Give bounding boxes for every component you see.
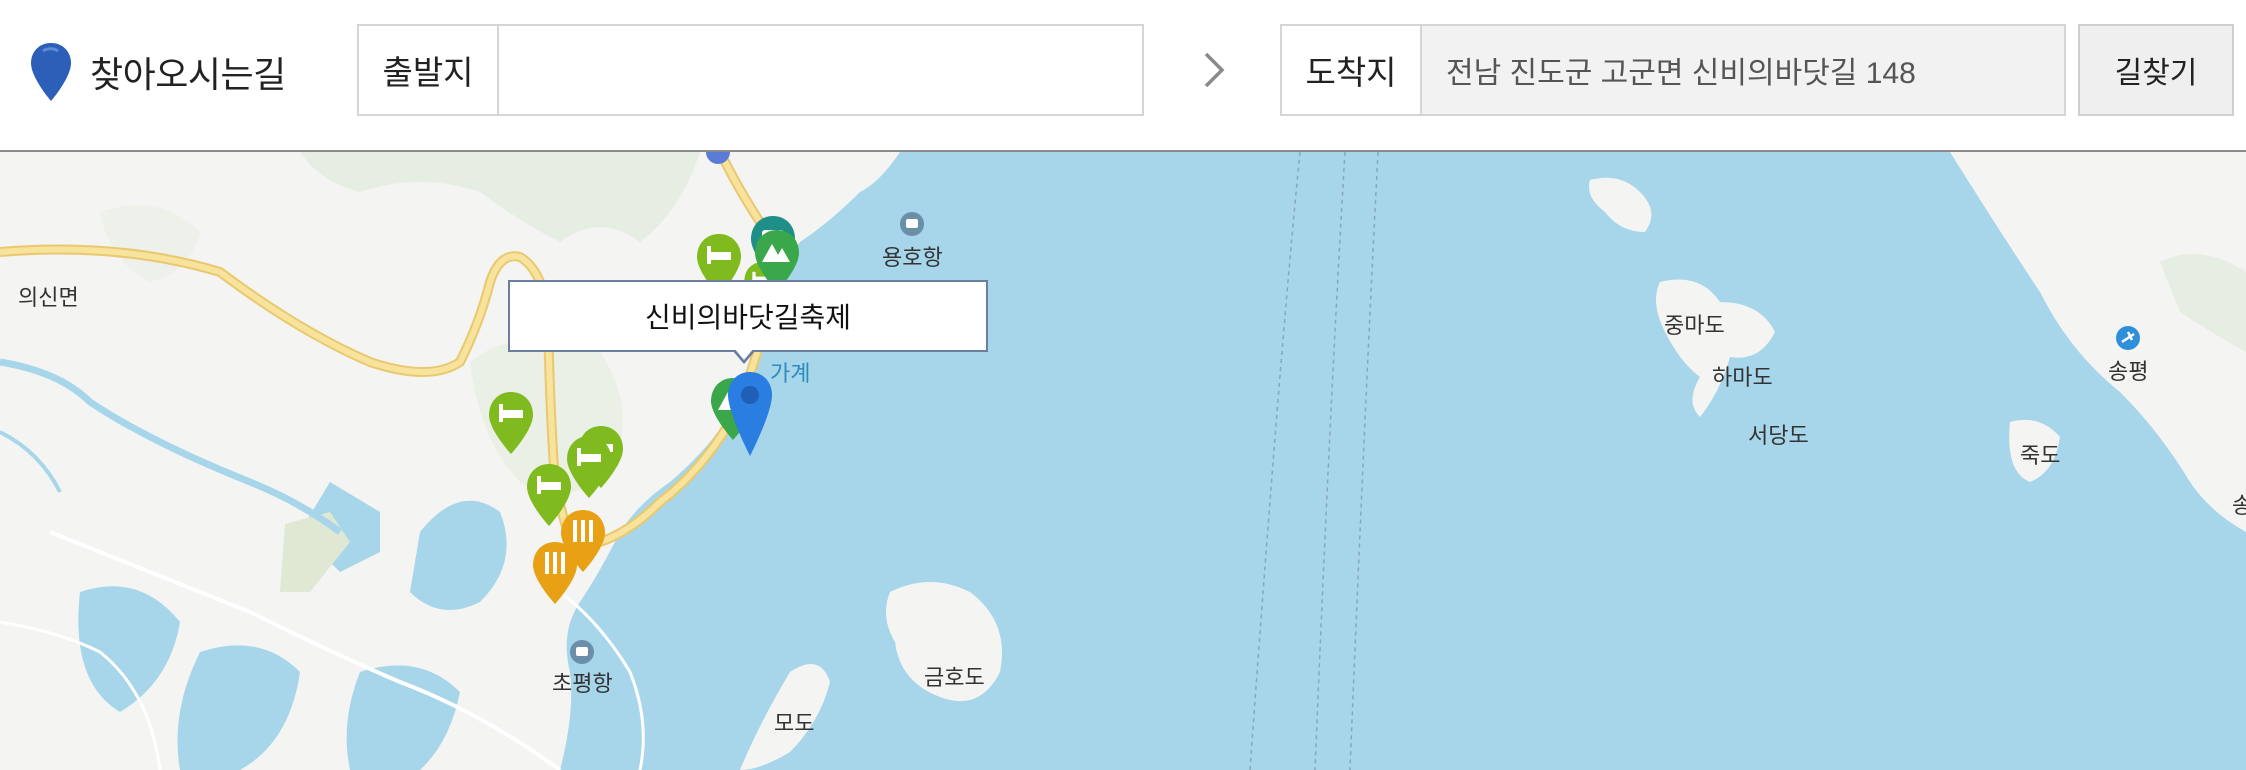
top-bar: 찾아오시는길 출발지 도착지 길찾기 (0, 0, 2246, 152)
destination-callout: 신비의바닷길축제 (508, 280, 988, 352)
lodging-marker[interactable] (486, 390, 536, 456)
map-label-song-partial: 송 (2232, 493, 2246, 518)
map-label-jungmado: 중마도 (1664, 313, 1725, 338)
restaurant-marker[interactable] (530, 540, 580, 606)
destination-field: 도착지 (1280, 24, 2066, 116)
destination-marker[interactable] (724, 368, 776, 464)
map-label-jukdo: 죽도 (2020, 443, 2061, 468)
map-label-songpyeong: 송평 (2108, 359, 2149, 384)
find-route-button[interactable]: 길찾기 (2078, 24, 2234, 116)
destination-label: 도착지 (1282, 26, 1422, 114)
port-icon[interactable] (568, 638, 596, 666)
map-label-yongho: 용호항 (882, 245, 943, 270)
port-icon[interactable] (898, 210, 926, 238)
map-label-uisin: 의신면 (18, 285, 79, 310)
beach-icon[interactable] (2114, 324, 2142, 352)
brand: 찾아오시는길 (28, 40, 286, 104)
origin-input[interactable] (499, 26, 1142, 114)
page-title: 찾아오시는길 (90, 54, 286, 95)
map-label-geumhodo: 금호도 (924, 665, 985, 690)
map-label-gagye: 가계 (770, 361, 811, 386)
map-label-chopyeong: 초평항 (552, 671, 613, 696)
map-label-modo: 모도 (774, 711, 815, 736)
map-base[interactable] (0, 152, 2246, 770)
chevron-right-icon (1204, 52, 1225, 88)
origin-field: 출발지 (357, 24, 1144, 116)
origin-label: 출발지 (359, 26, 499, 114)
map[interactable]: 의신면 용호항 가계 중마도 하마도 서당도 죽도 송평 송 초평항 금호도 모… (0, 152, 2246, 770)
destination-input[interactable] (1422, 26, 2064, 114)
map-label-hamado: 하마도 (1712, 365, 1773, 390)
map-label-seodangdo: 서당도 (1748, 423, 1809, 448)
location-pin-icon (31, 43, 71, 101)
callout-tail (732, 348, 756, 364)
